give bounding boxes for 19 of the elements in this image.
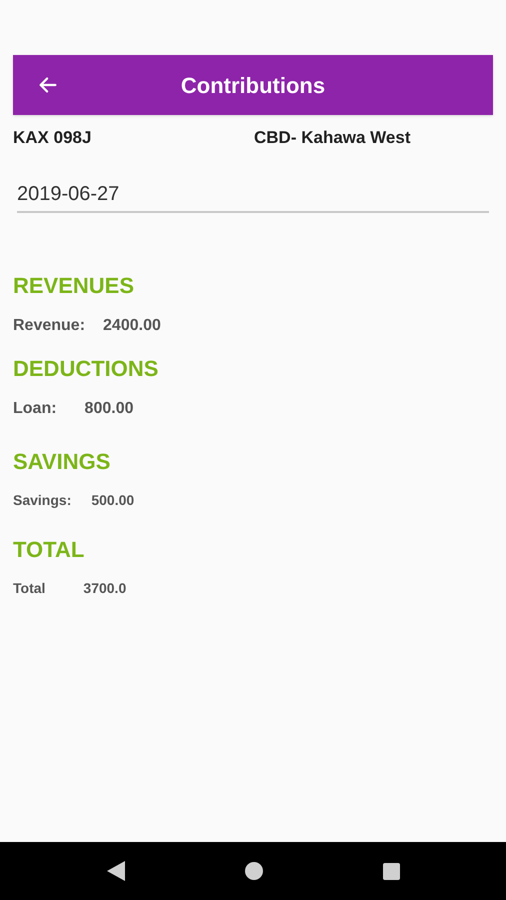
- amount-label: Loan:: [13, 398, 57, 418]
- vehicle-plate: KAX 098J: [13, 127, 92, 149]
- recents-square-icon[interactable]: [382, 862, 400, 880]
- amount-value: 800.00: [84, 398, 134, 418]
- amount-value: 3700.0: [83, 578, 126, 598]
- amount-value: 500.00: [91, 490, 134, 510]
- section-heading: DEDUCTIONS: [13, 354, 160, 382]
- amount-label: Total: [13, 578, 46, 598]
- page-title: Contributions: [180, 72, 326, 100]
- home-circle-icon[interactable]: [244, 862, 262, 880]
- amount-label: Savings:: [13, 490, 72, 510]
- amount-label: Revenue:: [13, 316, 86, 336]
- date-field[interactable]: 2019-06-27: [17, 178, 489, 212]
- section-heading: TOTAL: [13, 536, 86, 564]
- route-name: CBD- Kahawa West: [254, 127, 410, 149]
- amount-value: 2400.00: [103, 316, 161, 336]
- back-triangle-icon[interactable]: [106, 861, 124, 881]
- section-heading: REVENUES: [13, 272, 136, 300]
- section-heading: SAVINGS: [13, 448, 112, 476]
